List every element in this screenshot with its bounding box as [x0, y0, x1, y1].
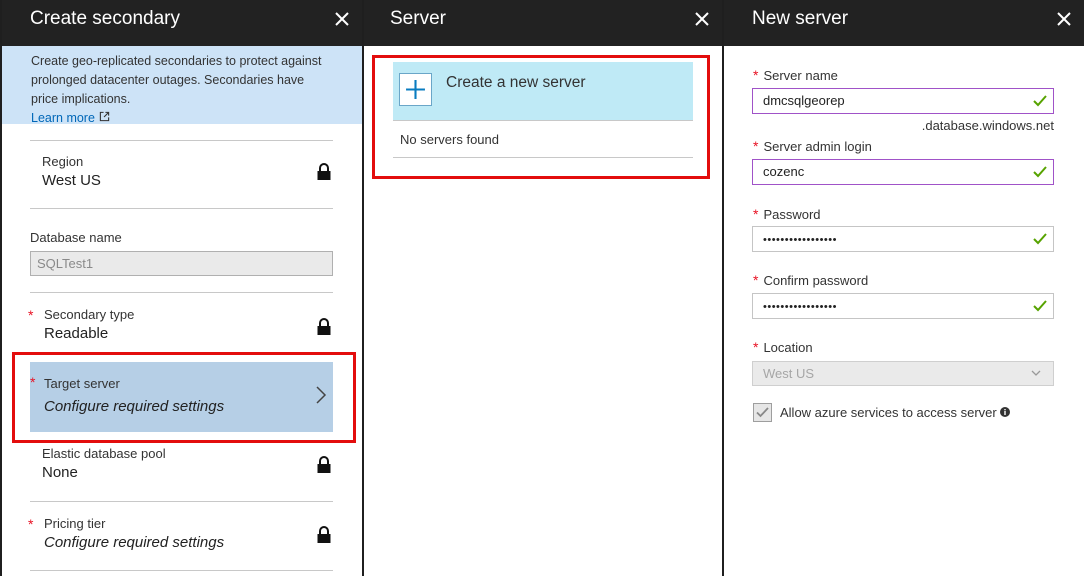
pricing-tier-field[interactable]: * Pricing tier Configure required settin… [28, 516, 332, 562]
blade-header: New server [724, 0, 1084, 46]
database-name-field: Database name [30, 230, 332, 250]
blade-header: Create secondary [2, 0, 362, 46]
close-button[interactable] [1052, 7, 1076, 31]
target-server-value: Configure required settings [44, 398, 225, 415]
location-label: * Location [753, 339, 813, 355]
blade-title: Server [390, 8, 446, 29]
required-star: * [753, 272, 759, 288]
new-server-blade: New server * Server name dmcsqlgeorep .da… [724, 0, 1084, 576]
separator [30, 501, 333, 502]
required-star: * [753, 339, 759, 355]
chevron-right-icon [316, 386, 327, 404]
separator [30, 140, 333, 141]
lock-icon [317, 163, 331, 180]
plus-icon [399, 73, 432, 106]
lock-icon [317, 526, 331, 543]
required-star: * [753, 138, 759, 154]
check-icon [1033, 233, 1047, 245]
lock-icon [317, 318, 331, 335]
chevron-down-icon [1031, 370, 1041, 376]
learn-more-link[interactable]: Learn more [31, 109, 110, 128]
empty-state-text: No servers found [400, 132, 499, 147]
checkbox-check-icon [756, 407, 769, 418]
secondary-type-label: Secondary type [44, 307, 135, 322]
blade-title: Create secondary [30, 8, 180, 29]
check-icon [1033, 300, 1047, 312]
separator [30, 208, 333, 209]
password-value: ••••••••••••••••• [763, 234, 837, 246]
create-secondary-blade: Create secondary Create geo-replicated s… [2, 0, 362, 576]
server-blade: Server Create a new server No servers fo… [364, 0, 722, 576]
create-new-server-button[interactable]: Create a new server [393, 62, 693, 120]
separator [393, 157, 693, 158]
elastic-pool-value: None [42, 464, 78, 481]
target-server-label: Target server [44, 376, 120, 391]
info-icon[interactable] [999, 407, 1010, 417]
close-icon [695, 12, 709, 26]
admin-login-input[interactable]: cozenc [752, 159, 1054, 185]
lock-icon [317, 456, 331, 473]
pricing-tier-label: Pricing tier [44, 516, 106, 531]
location-value: West US [763, 366, 815, 381]
external-link-icon [99, 109, 110, 128]
blade-title: New server [752, 8, 849, 29]
database-name-label: Database name [30, 230, 122, 245]
separator [393, 120, 693, 121]
location-label-text: Location [763, 340, 813, 355]
blade-header: Server [364, 0, 722, 46]
required-star: * [28, 307, 34, 323]
required-star: * [28, 516, 34, 532]
password-label-text: Password [763, 207, 821, 222]
confirm-password-value: ••••••••••••••••• [763, 301, 837, 313]
location-select[interactable]: West US [752, 361, 1054, 386]
admin-login-label-text: Server admin login [763, 139, 872, 154]
target-server-row[interactable]: * Target server Configure required setti… [30, 362, 333, 432]
close-icon [1057, 12, 1071, 26]
separator [30, 570, 333, 571]
create-new-server-label: Create a new server [446, 74, 586, 91]
confirm-password-label-text: Confirm password [763, 273, 869, 288]
elastic-pool-label: Elastic database pool [42, 446, 166, 461]
pricing-tier-value: Configure required settings [44, 534, 225, 551]
server-name-input[interactable]: dmcsqlgeorep [752, 88, 1054, 114]
allow-azure-label-text: Allow azure services to access server [780, 405, 997, 420]
info-box: Create geo-replicated secondaries to pro… [2, 46, 362, 125]
required-star: * [753, 67, 759, 83]
secondary-type-field[interactable]: * Secondary type Readable [28, 307, 332, 353]
admin-login-label: * Server admin login [753, 138, 872, 154]
elastic-pool-field: Elastic database pool None [42, 446, 332, 492]
close-button[interactable] [330, 7, 354, 31]
secondary-type-value: Readable [44, 325, 109, 342]
check-icon [1033, 95, 1047, 107]
admin-login-value: cozenc [763, 164, 805, 179]
allow-azure-checkbox[interactable] [753, 403, 772, 422]
info-text: Create geo-replicated secondaries to pro… [31, 54, 322, 106]
check-icon [1033, 166, 1047, 178]
learn-more-label: Learn more [31, 111, 95, 125]
confirm-password-input[interactable]: ••••••••••••••••• [752, 293, 1054, 319]
confirm-password-label: * Confirm password [753, 272, 868, 288]
server-name-label: * Server name [753, 67, 838, 83]
close-button[interactable] [690, 7, 714, 31]
region-value: West US [42, 172, 101, 189]
password-label: * Password [753, 206, 821, 222]
separator [30, 292, 333, 293]
server-name-value: dmcsqlgeorep [763, 93, 845, 108]
server-name-label-text: Server name [763, 68, 838, 83]
database-name-input: SQLTest1 [30, 251, 333, 276]
region-label: Region [42, 154, 84, 169]
password-input[interactable]: ••••••••••••••••• [752, 226, 1054, 252]
required-star: * [30, 374, 36, 390]
allow-azure-label: Allow azure services to access server [780, 405, 1010, 420]
region-field: Region West US [42, 154, 332, 200]
required-star: * [753, 206, 759, 222]
server-domain-suffix: .database.windows.net [921, 118, 1054, 133]
close-icon [335, 12, 349, 26]
